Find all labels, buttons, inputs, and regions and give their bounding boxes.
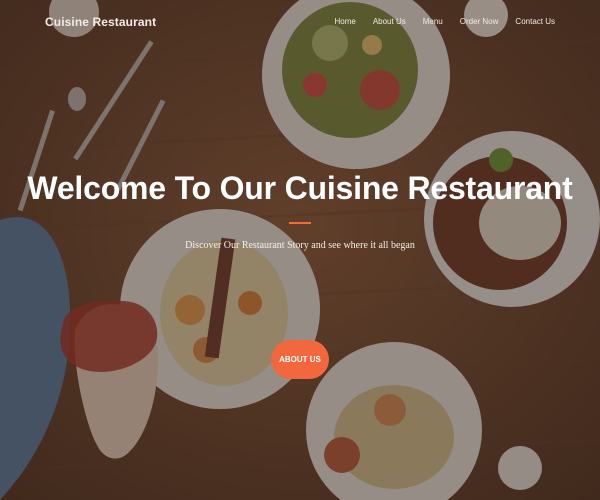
nav-links: Home About Us Menu Order Now Contact Us: [334, 17, 555, 26]
brand-logo-text[interactable]: Cuisine Restaurant: [45, 15, 156, 29]
nav-item-contact-us[interactable]: Contact Us: [515, 17, 555, 26]
nav-item-about-us[interactable]: About Us: [373, 17, 406, 26]
hero-section: Cuisine Restaurant Home About Us Menu Or…: [0, 0, 600, 500]
nav-item-menu[interactable]: Menu: [423, 17, 443, 26]
about-us-button[interactable]: ABOUT US: [271, 340, 329, 379]
nav-item-home[interactable]: Home: [334, 17, 355, 26]
hero-subtitle: Discover Our Restaurant Story and see wh…: [185, 240, 415, 251]
top-navbar: Cuisine Restaurant Home About Us Menu Or…: [0, 0, 600, 46]
nav-item-order-now[interactable]: Order Now: [460, 17, 499, 26]
hero-title: Welcome To Our Cuisine Restaurant: [27, 170, 573, 206]
hero-content: Welcome To Our Cuisine Restaurant Discov…: [0, 168, 600, 251]
accent-divider: [289, 222, 311, 224]
